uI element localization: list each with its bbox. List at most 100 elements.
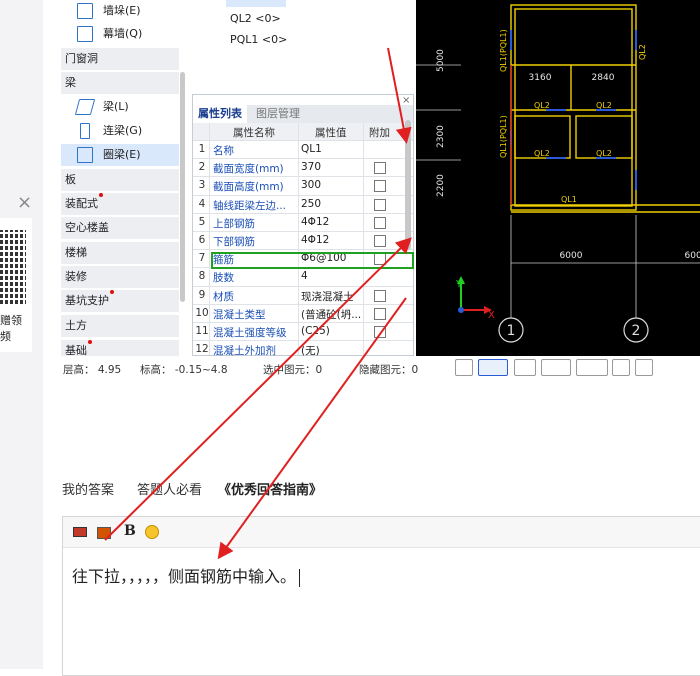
tab-must-read[interactable]: 答题人必看 [137,479,202,498]
tree-cat-label: 楼梯 [65,246,87,259]
property-value[interactable]: 250 [301,198,321,210]
component-list: QL2 <0> PQL1 <0> [188,0,413,90]
tree-cat-label: 门窗洞 [65,52,98,65]
extra-checkbox[interactable] [374,326,386,338]
bold-button[interactable]: B [124,523,136,539]
tree-item-label: 梁(L) [103,100,129,113]
property-value[interactable]: 现浇混凝土 [301,289,354,304]
property-value[interactable]: 4Φ12 [301,234,329,246]
property-tabs: 属性列表 图层管理 [193,105,413,123]
new-dot [88,340,92,344]
curve-tool-button[interactable] [635,359,653,376]
row-number: 1 [198,143,206,155]
row-number: 8 [198,270,206,283]
cross-select-button[interactable] [514,359,536,376]
property-name: 混凝土类型 [213,308,266,321]
tree-item-coupling-beam[interactable]: 连梁(G) [61,120,179,142]
tree-cat-prefab[interactable]: 装配式 [61,193,179,215]
property-row[interactable]: 9 材质 现浇混凝土 [193,287,413,305]
extra-checkbox[interactable] [374,289,386,302]
tab-my-answer[interactable]: 我的答案 [62,479,114,498]
tree-item-label: 连梁(G) [103,124,143,137]
property-value[interactable]: (普通砼(坍... [301,307,361,322]
tree-scrollbar[interactable] [180,72,185,302]
guide-link[interactable]: 《优秀回答指南》 [218,479,322,498]
property-row[interactable]: 8 肢数 4 [193,268,413,287]
extra-checkbox[interactable] [374,162,386,175]
tree-item-label: 幕墙(Q) [103,27,143,40]
property-value[interactable]: 4 [301,270,308,282]
extra-checkbox[interactable] [374,198,386,211]
software-screenshot: 墙垛(E) 幕墙(Q) 门窗洞 梁 梁(L) 连梁(G) 圈梁(E) 板 装配式… [43,0,700,380]
property-row[interactable]: 11 混凝土强度等级 (C25) [193,323,413,342]
property-value[interactable]: 4Φ12 [301,216,329,228]
select-mode-button[interactable] [478,359,508,376]
tree-cat-decoration[interactable]: 装修 [61,266,179,288]
angle-tool-button[interactable] [541,359,571,376]
extra-checkbox[interactable] [374,235,386,247]
gallery-icon[interactable] [97,527,111,539]
coupling-beam-icon [80,123,90,139]
beam-icon [74,99,96,115]
cad-drawing-area[interactable]: 1 2 3160 2840 6000 6000 5000 2300 2200 Q… [416,0,700,356]
cad-plan-drawing: 1 2 3160 2840 6000 6000 5000 2300 2200 Q… [416,4,700,343]
tree-item-label: 圈梁(E) [103,148,141,161]
component-item[interactable]: QL2 <0> [230,12,281,25]
property-row[interactable]: 4 轴线距梁左边... 250 [193,196,413,214]
property-value[interactable]: 300 [301,179,321,191]
extra-checkbox[interactable] [374,180,386,193]
component-item[interactable]: PQL1 <0> [230,33,287,46]
dimension-text: 2840 [592,73,615,83]
wall-pier-icon [77,3,93,19]
tree-cat-beam[interactable]: 梁 [61,72,179,94]
property-row[interactable]: 10 混凝土类型 (普通砼(坍... [193,305,413,323]
selected-count: 选中图元：0 [263,364,323,376]
tree-item-wall-pier[interactable]: 墙垛(E) [61,0,179,22]
tab-layer-manager[interactable]: 图层管理 [251,105,305,123]
tree-cat-label: 板 [65,173,76,186]
offset-tool-button[interactable] [576,359,608,376]
tree-cat-slab[interactable]: 板 [61,169,179,191]
tree-cat-pit-support[interactable]: 基坑支护 [61,290,179,312]
beam-label: QL2 [596,101,612,110]
image-icon[interactable] [73,527,87,537]
property-row[interactable]: 5 上部钢筋 4Φ12 [193,214,413,232]
ortho-tool-button[interactable] [455,359,473,376]
tree-cat-label: 装修 [65,270,87,283]
row-number: 12 [195,343,209,356]
property-value[interactable]: QL1 [301,143,322,155]
curtain-wall-icon [77,26,93,42]
answer-text[interactable]: 往下拉，，，，，侧面钢筋中输入。 [72,563,301,587]
tree-item-curtain-wall[interactable]: 幕墙(Q) [61,23,179,45]
tree-item-beam[interactable]: 梁(L) [61,96,179,118]
tree-item-ring-beam[interactable]: 圈梁(E) [61,144,179,166]
extra-checkbox[interactable] [374,307,386,320]
copy-tool-button[interactable] [612,359,630,376]
answer-editor[interactable]: B 往下拉，，，，，侧面钢筋中输入。 [62,516,700,676]
tree-cat-earthwork[interactable]: 土方 [61,315,179,337]
tree-cat-hollow-floor[interactable]: 空心楼盖 [61,217,179,239]
property-row[interactable]: 1 名称 QL1 [193,141,413,160]
row-number: 5 [198,215,206,228]
extra-checkbox[interactable] [374,216,386,229]
emoji-icon[interactable] [145,525,159,539]
tab-property-list[interactable]: 属性列表 [193,105,247,123]
property-row[interactable]: 2 截面宽度(mm) 370 [193,159,413,178]
tree-cat-stairs[interactable]: 楼梯 [61,242,179,264]
stirrup-highlight-box [211,252,414,269]
property-name: 肢数 [213,272,234,285]
dimension-text: 2200 [436,174,446,197]
close-icon[interactable]: × [17,192,32,213]
property-value[interactable]: 370 [301,161,321,173]
property-value[interactable]: (C25) [301,325,330,337]
property-row[interactable]: 6 下部钢筋 4Φ12 [193,232,413,251]
beam-label: QL2 [534,149,550,158]
axis-label: 1 [507,323,516,339]
tree-cat-label: 土方 [65,319,87,332]
beam-label: QL1(PQL1) [499,29,508,72]
property-scrollbar[interactable] [405,120,411,250]
property-row[interactable]: 3 截面高度(mm) 300 [193,177,413,196]
ring-beam-icon [77,147,93,163]
tree-cat-openings[interactable]: 门窗洞 [61,48,179,70]
property-name: 轴线距梁左边... [213,199,287,212]
